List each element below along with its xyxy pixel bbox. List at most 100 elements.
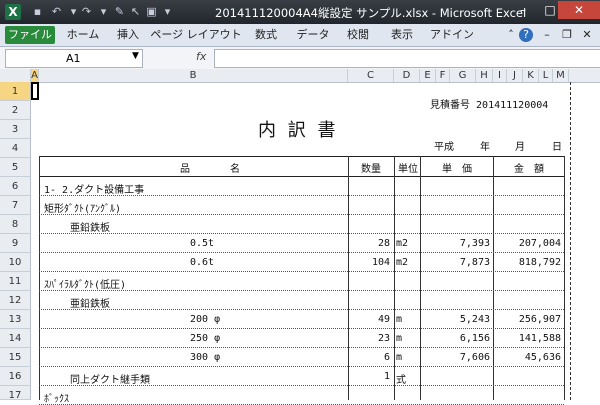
item-unit-price: 7,606 (459, 352, 490, 363)
row-header-11[interactable]: 11 (0, 272, 31, 291)
table-divider-price (420, 156, 421, 400)
row-header-9[interactable]: 9 (0, 234, 31, 253)
qat-dropdown-icon[interactable]: ▾ (160, 5, 175, 19)
item-name: 0.6t (190, 257, 215, 268)
window-minimize-icon[interactable]: – (540, 26, 554, 44)
item-name: 同上ダクト継手類 (70, 375, 150, 386)
column-header-e[interactable]: E (420, 69, 436, 82)
row-header-12[interactable]: 12 (0, 291, 31, 310)
active-cell-a1[interactable] (31, 82, 39, 100)
month-label: 月 (515, 142, 525, 153)
table-right-border (564, 156, 565, 400)
item-unit: 式 (396, 375, 406, 386)
row-divider (39, 271, 564, 272)
item-unit: m (396, 314, 403, 325)
tab-view[interactable]: 表示 (384, 26, 420, 44)
row-header-4[interactable]: 4 (0, 139, 31, 158)
select-all-corner[interactable] (0, 69, 31, 82)
row-header-10[interactable]: 10 (0, 253, 31, 272)
tab-review[interactable]: 校閲 (340, 26, 376, 44)
item-qty: 49 (377, 314, 390, 325)
touch-mode-icon[interactable]: ▣ (144, 5, 159, 19)
name-box-dropdown-icon[interactable]: ▼ (132, 51, 139, 61)
item-name: 200 φ (190, 314, 221, 325)
window-title: 201411120004A4縦設定 サンプル.xlsx - Microsoft … (215, 6, 527, 20)
window-close-icon[interactable]: ✕ (580, 26, 594, 44)
table-left-border (39, 156, 40, 400)
column-header-d[interactable]: D (394, 69, 420, 82)
item-name: 250 φ (190, 333, 221, 344)
column-header-l[interactable]: L (539, 69, 553, 82)
item-unit: m (396, 352, 403, 363)
formula-input[interactable] (214, 49, 600, 68)
row-divider (39, 347, 564, 348)
day-label: 日 (552, 142, 562, 153)
estimate-number-label: 見積番号 201411120004 (430, 100, 549, 111)
tab-addins[interactable]: アドイン (428, 26, 476, 44)
help-icon[interactable]: ? (519, 28, 533, 42)
item-amount: 45,636 (524, 352, 561, 363)
column-header-f[interactable]: F (436, 69, 450, 82)
item-amount: 818,792 (518, 257, 561, 268)
row-header-1[interactable]: 1 (0, 82, 31, 101)
item-name: 300 φ (190, 352, 221, 363)
row-header-2[interactable]: 2 (0, 101, 31, 120)
undo-icon[interactable]: ↶ (49, 5, 64, 19)
header-qty: 数量 (361, 164, 381, 175)
tab-insert[interactable]: 挿入 (110, 26, 146, 44)
row-header-8[interactable]: 8 (0, 215, 31, 234)
column-header-h[interactable]: H (476, 69, 493, 82)
name-box[interactable]: A1 (5, 49, 143, 68)
redo-icon[interactable]: ↷ (79, 5, 94, 19)
item-unit: m2 (396, 257, 409, 268)
tab-home[interactable]: ホーム (62, 26, 104, 44)
format-painter-icon[interactable]: ✎ (112, 5, 127, 19)
column-header-i[interactable]: I (493, 69, 507, 82)
item-qty: 23 (377, 333, 390, 344)
row-header-14[interactable]: 14 (0, 329, 31, 348)
redo-dropdown-icon[interactable]: ▾ (96, 5, 111, 19)
tab-file[interactable]: ファイル (5, 26, 55, 44)
item-unit: m2 (396, 238, 409, 249)
row-header-6[interactable]: 6 (0, 177, 31, 196)
item-unit-price: 6,156 (459, 333, 490, 344)
save-icon[interactable]: ▪ (30, 5, 45, 19)
era-label: 平成 (434, 142, 454, 153)
row-header-5[interactable]: 5 (0, 158, 31, 177)
item-amount: 141,588 (518, 333, 561, 344)
excel-app-icon[interactable]: X (5, 4, 21, 20)
header-amount: 金 額 (514, 164, 544, 175)
table-divider-amount (493, 156, 494, 400)
insert-function-icon[interactable]: fx (196, 50, 206, 63)
ribbon-collapse-icon[interactable]: ˄ (504, 26, 518, 44)
column-header-b[interactable]: B (39, 69, 348, 82)
column-header-k[interactable]: K (523, 69, 539, 82)
header-name: 品 名 (180, 164, 240, 175)
column-header-a[interactable]: A (31, 69, 39, 82)
window-restore-icon[interactable]: ❐ (560, 26, 574, 44)
column-header-j[interactable]: J (507, 69, 523, 82)
row-header-3[interactable]: 3 (0, 120, 31, 139)
item-name: 1- 2.ダクト設備工事 (44, 185, 145, 196)
row-divider (39, 366, 564, 367)
item-amount: 256,907 (518, 314, 561, 325)
tab-page-layout[interactable]: ページ レイアウト (150, 26, 242, 44)
year-label: 年 (480, 142, 490, 153)
row-header-17[interactable]: 17 (0, 386, 31, 401)
item-name: 0.5t (190, 238, 215, 249)
column-header-g[interactable]: G (450, 69, 476, 82)
pointer-icon[interactable]: ↖ (128, 5, 143, 19)
close-button[interactable]: ✕ (558, 1, 600, 19)
item-qty: 28 (377, 238, 390, 249)
row-header-16[interactable]: 16 (0, 367, 31, 386)
row-header-13[interactable]: 13 (0, 310, 31, 329)
tab-data[interactable]: データ (292, 26, 334, 44)
sheet-title: 内 訳 書 (258, 120, 339, 141)
row-header-7[interactable]: 7 (0, 196, 31, 215)
table-divider-qty (348, 156, 349, 400)
minimize-button[interactable]: – (510, 1, 536, 19)
column-header-m[interactable]: M (553, 69, 569, 82)
row-header-15[interactable]: 15 (0, 348, 31, 367)
column-header-c[interactable]: C (348, 69, 394, 82)
tab-formulas[interactable]: 数式 (248, 26, 284, 44)
